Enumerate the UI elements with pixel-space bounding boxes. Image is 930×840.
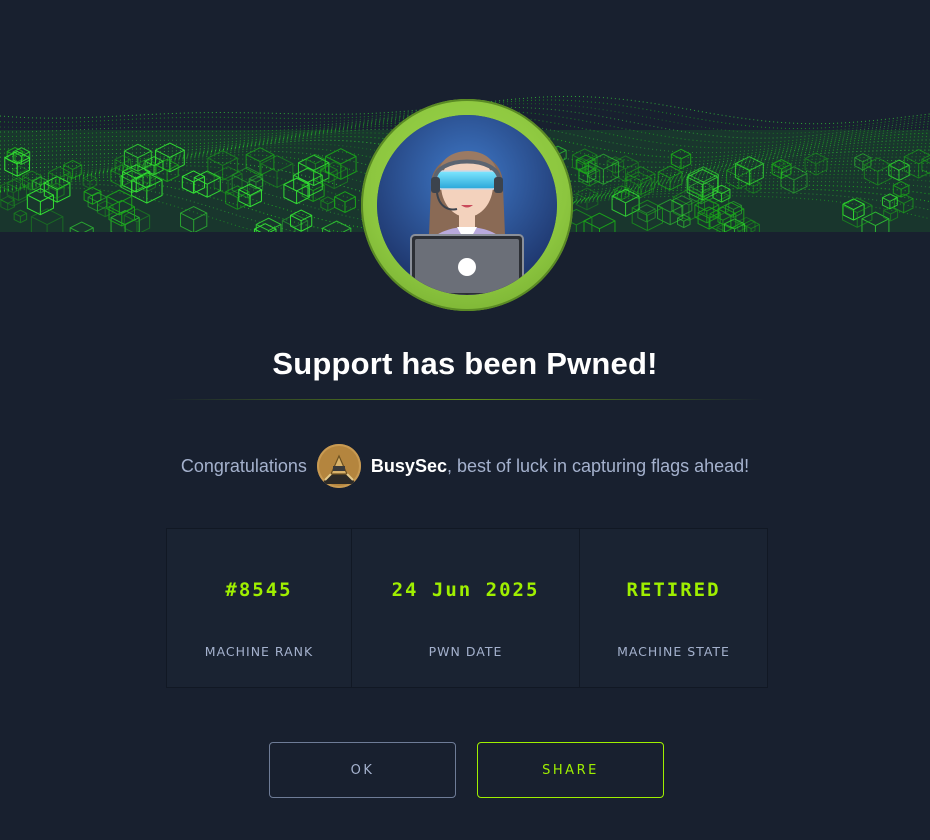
stats-panel: #8545 MACHINE RANK 24 Jun 2025 PWN DATE … — [166, 528, 768, 688]
share-button[interactable]: SHARE — [477, 742, 664, 798]
stat-pwn-date: 24 Jun 2025 PWN DATE — [352, 529, 580, 687]
machine-state-label: MACHINE STATE — [617, 644, 730, 659]
stat-machine-state: RETIRED MACHINE STATE — [580, 529, 767, 687]
machine-state-value: RETIRED — [626, 579, 721, 601]
stat-machine-rank: #8545 MACHINE RANK — [167, 529, 352, 687]
machine-rank-label: MACHINE RANK — [204, 644, 314, 659]
ok-button[interactable]: OK — [269, 742, 456, 798]
busysec-avatar-icon[interactable] — [316, 444, 361, 488]
machine-avatar — [361, 99, 573, 311]
title-divider — [165, 399, 765, 400]
username-link[interactable]: BusySec — [371, 456, 447, 477]
congrats-suffix: , best of luck in capturing flags ahead! — [446, 455, 750, 476]
top-strip — [0, 0, 930, 70]
machine-rank-value: #8545 — [225, 579, 293, 601]
support-agent-avatar-icon — [377, 115, 557, 295]
pwn-date-label: PWN DATE — [428, 644, 503, 659]
page-title: Support has been Pwned! — [272, 346, 658, 381]
congrats-message: Congratulations BusySec , best of luck i… — [0, 443, 930, 489]
congrats-prefix: Congratulations — [180, 455, 307, 476]
pwn-date-value: 24 Jun 2025 — [391, 579, 540, 601]
